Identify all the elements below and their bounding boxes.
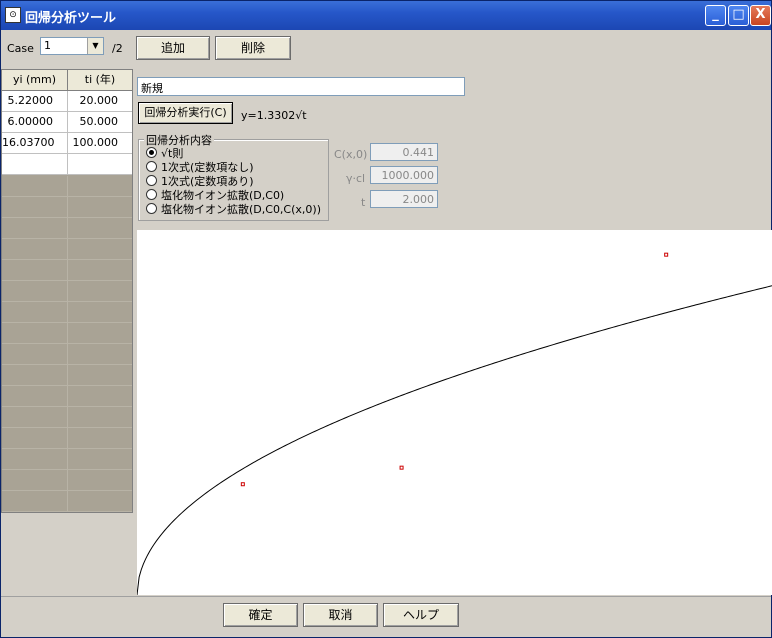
radio-chloride-d-c0-cx0[interactable] <box>146 203 157 214</box>
param-t-field[interactable]: 2.000 <box>370 190 438 208</box>
data-table: yi (mm) ti (年) 5.22000 20.000 6.00000 50… <box>1 69 133 513</box>
regression-result: y=1.3302√t <box>241 109 307 122</box>
app-window: ⊙ 回帰分析ツール _ □ X Case 1 ▼ /2 追加 削除 yi (mm… <box>0 0 772 638</box>
table-cell[interactable]: 20.000 <box>68 91 132 112</box>
grid-divider <box>67 176 68 512</box>
data-point-3 <box>664 252 669 257</box>
table-cell[interactable]: 6.00000 <box>2 112 68 133</box>
data-point-2 <box>399 465 404 470</box>
case-select[interactable]: 1 ▼ <box>40 37 104 55</box>
table-header-yi[interactable]: yi (mm) <box>2 70 68 91</box>
table-cell-empty[interactable] <box>2 154 68 175</box>
data-point-1 <box>240 482 245 487</box>
param-gamma-field[interactable]: 1000.000 <box>370 166 438 184</box>
radio-chloride-d-c0[interactable] <box>146 189 157 200</box>
table-cell[interactable]: 16.03700 <box>2 133 68 154</box>
run-regression-button[interactable]: 回帰分析実行(C) <box>138 102 233 124</box>
table-header-ti[interactable]: ti (年) <box>68 70 132 91</box>
close-button[interactable]: X <box>750 5 771 26</box>
table-cell-empty[interactable] <box>68 154 132 175</box>
radio-selected-dot <box>149 150 154 155</box>
case-value: 1 <box>44 39 51 52</box>
radio-sqrt-t[interactable] <box>146 147 157 158</box>
case-label: Case <box>7 42 34 55</box>
regression-chart <box>136 252 772 596</box>
radio-linear-no-const[interactable] <box>146 161 157 172</box>
maximize-button[interactable]: □ <box>728 5 749 26</box>
radio-linear-const[interactable] <box>146 175 157 186</box>
help-button[interactable]: ヘルプ <box>383 603 459 627</box>
title-bar[interactable]: ⊙ 回帰分析ツール _ □ X <box>1 1 771 30</box>
regression-plot <box>136 230 772 596</box>
radio-label: 塩化物イオン拡散(D,C0,C(x,0)) <box>161 203 321 216</box>
delete-button[interactable]: 削除 <box>215 36 291 60</box>
table-cell[interactable]: 5.22000 <box>2 91 68 112</box>
window-title: 回帰分析ツール <box>25 11 117 26</box>
table-cell[interactable]: 50.000 <box>68 112 132 133</box>
table-cell[interactable]: 100.000 <box>68 133 132 154</box>
param-label-cx0: C(x,0) <box>334 148 368 161</box>
regression-curve <box>136 285 772 596</box>
add-button[interactable]: 追加 <box>136 36 210 60</box>
app-icon: ⊙ <box>5 7 21 23</box>
case-total: /2 <box>112 42 123 55</box>
chevron-down-icon[interactable]: ▼ <box>87 38 103 54</box>
footer-separator <box>1 596 771 597</box>
param-label-t: t <box>361 196 366 209</box>
case-name-field[interactable]: 新規 <box>137 77 465 96</box>
param-cx0-field[interactable]: 0.441 <box>370 143 438 161</box>
param-label-gamma: γ·cl <box>346 172 366 185</box>
minimize-button[interactable]: _ <box>705 5 726 26</box>
cancel-button[interactable]: 取消 <box>303 603 378 627</box>
ok-button[interactable]: 確定 <box>223 603 298 627</box>
